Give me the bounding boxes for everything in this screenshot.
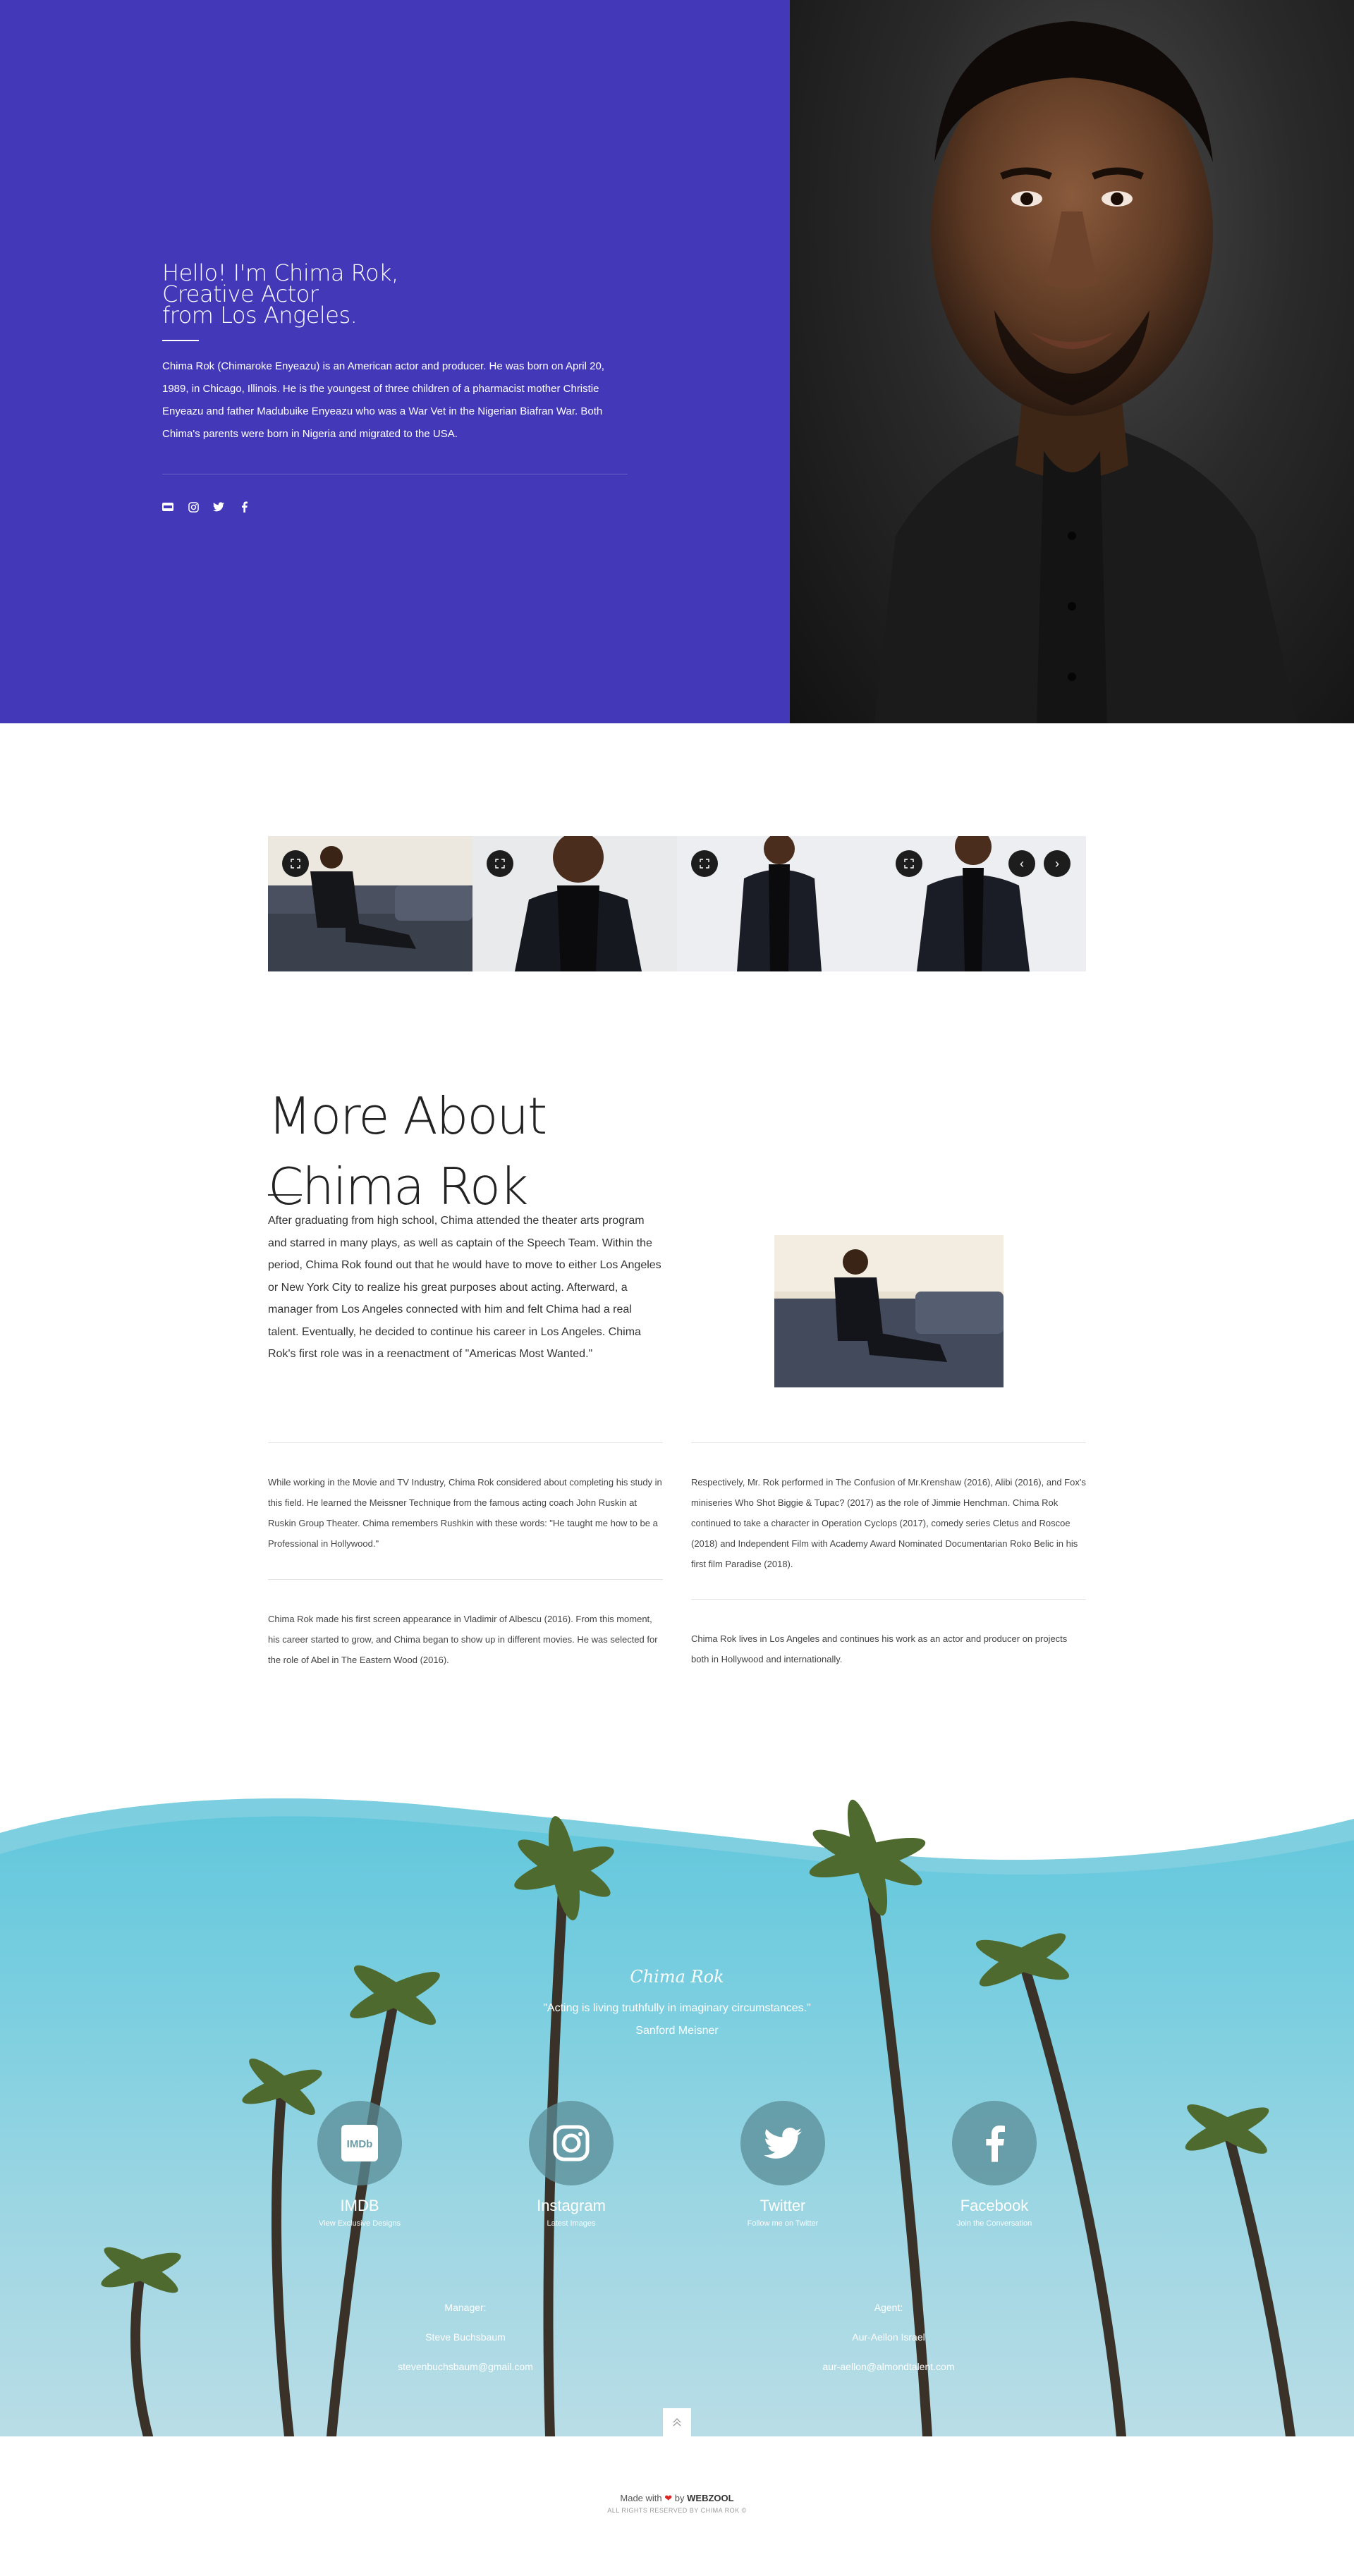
footer-social-title: Twitter: [760, 2197, 806, 2214]
gallery-item-suit-closeup[interactable]: [472, 836, 677, 971]
footer-social-subtitle: Join the Conversation: [956, 2219, 1032, 2228]
made-with-label: Made with: [620, 2493, 662, 2503]
instagram-icon[interactable]: [188, 501, 199, 513]
about-col1-paragraph-2: Chima Rok made his first screen appearan…: [268, 1614, 658, 1665]
gallery-item-smile[interactable]: ‹ ›: [882, 836, 1086, 971]
twitter-icon[interactable]: [740, 2101, 825, 2185]
manager-contact: Manager: Steve Buchsbaum stevenbuchsbaum…: [324, 2293, 606, 2381]
hero-portrait: [790, 0, 1354, 723]
gallery-item-full-suit[interactable]: [677, 836, 882, 971]
heart-icon: ❤: [664, 2493, 673, 2503]
manager-name: Steve Buchsbaum: [425, 2331, 506, 2343]
chevron-up-icon: [673, 2418, 681, 2427]
expand-icon[interactable]: [282, 850, 309, 877]
agent-contact: Agent: Aur-Aellon Israel aur-aellon@almo…: [748, 2293, 1030, 2381]
divider: [268, 1579, 663, 1580]
about-col2-paragraph-2: Chima Rok lives in Los Angeles and conti…: [691, 1633, 1068, 1664]
footer-social-title: IMDB: [340, 2197, 379, 2214]
facebook-icon[interactable]: [238, 501, 250, 513]
footer-social-subtitle: Latest Images: [547, 2219, 596, 2228]
palm-tree-scene: [0, 1791, 1354, 2436]
expand-icon[interactable]: [487, 850, 513, 877]
svg-text:IMDb: IMDb: [347, 2138, 373, 2150]
expand-icon[interactable]: [691, 850, 718, 877]
divider: [691, 1442, 1086, 1443]
about-photo: [774, 1235, 1004, 1387]
signature: Chima Rok: [630, 1967, 724, 1987]
agent-name: Aur-Aellon Israel: [852, 2331, 925, 2343]
quote-text: "Acting is living truthfully in imaginar…: [543, 2002, 811, 2014]
footer-social-twitter[interactable]: Twitter Follow me on Twitter: [705, 2101, 860, 2228]
back-to-top-button[interactable]: [663, 2408, 691, 2436]
hero-title: Hello! I'm Chima Rok, Creative Actor fro…: [162, 262, 628, 326]
gallery-item-sofa[interactable]: [268, 836, 472, 971]
agent-label: Agent:: [874, 2302, 903, 2313]
facebook-icon[interactable]: [952, 2101, 1037, 2185]
photo-gallery: ‹ ›: [268, 836, 1086, 971]
footer-social-instagram[interactable]: Instagram Latest Images: [494, 2101, 649, 2228]
divider: [268, 1442, 663, 1443]
hero-content: Hello! I'm Chima Rok, Creative Actor fro…: [162, 262, 628, 513]
expand-icon[interactable]: [896, 850, 922, 877]
agent-email-link[interactable]: aur-aellon@almondtalent.com: [748, 2352, 1030, 2381]
hero-title-underline: [162, 340, 199, 341]
hero-intro-panel: Hello! I'm Chima Rok, Creative Actor fro…: [0, 0, 790, 723]
footer-contact-section: Chima Rok "Acting is living truthfully i…: [0, 1791, 1354, 2436]
hero-section: Hello! I'm Chima Rok, Creative Actor fro…: [0, 0, 1354, 723]
made-with-credit: Made with ❤ by WEBZOOL: [0, 2493, 1354, 2504]
gallery-next-button[interactable]: ›: [1044, 850, 1071, 877]
footer-social-title: Facebook: [960, 2197, 1029, 2214]
brand-link[interactable]: WEBZOOL: [687, 2493, 733, 2503]
about-title: More About Chima Rok: [268, 1081, 547, 1222]
imdb-icon[interactable]: IMDb: [317, 2101, 402, 2185]
instagram-icon[interactable]: [529, 2101, 614, 2185]
footer-social-imdb[interactable]: IMDb IMDB View Exclusive Designs: [282, 2101, 437, 2228]
about-title-line: More About: [268, 1086, 547, 1146]
manager-label: Manager:: [444, 2302, 487, 2313]
footer-social-title: Instagram: [537, 2197, 606, 2214]
about-paragraph: After graduating from high school, Chima…: [268, 1215, 661, 1360]
about-col1-paragraph-1: While working in the Movie and TV Indust…: [268, 1477, 662, 1549]
about-col2-paragraph-1: Respectively, Mr. Rok performed in The C…: [691, 1477, 1086, 1569]
quote-author: Sanford Meisner: [635, 2025, 719, 2037]
hero-bio: Chima Rok (Chimaroke Enyeazu) is an Amer…: [162, 360, 604, 440]
twitter-icon[interactable]: [213, 501, 224, 513]
manager-email-link[interactable]: stevenbuchsbaum@gmail.com: [324, 2352, 606, 2381]
portrait-illustration: [874, 21, 1298, 723]
made-by-label: by: [674, 2493, 685, 2503]
divider: [691, 1599, 1086, 1600]
gallery-prev-button[interactable]: ‹: [1008, 850, 1035, 877]
about-title-underline: [268, 1194, 302, 1196]
hero-title-line: from Los Angeles.: [162, 302, 358, 329]
footer-social-subtitle: View Exclusive Designs: [319, 2219, 401, 2228]
footer-social-subtitle: Follow me on Twitter: [747, 2219, 819, 2228]
copyright-text: ALL RIGHTS RESERVED BY CHIMA ROK ©: [607, 2507, 747, 2514]
imdb-icon[interactable]: [162, 501, 173, 513]
hero-social-links: [162, 501, 628, 513]
footer-social-facebook[interactable]: Facebook Join the Conversation: [917, 2101, 1072, 2228]
